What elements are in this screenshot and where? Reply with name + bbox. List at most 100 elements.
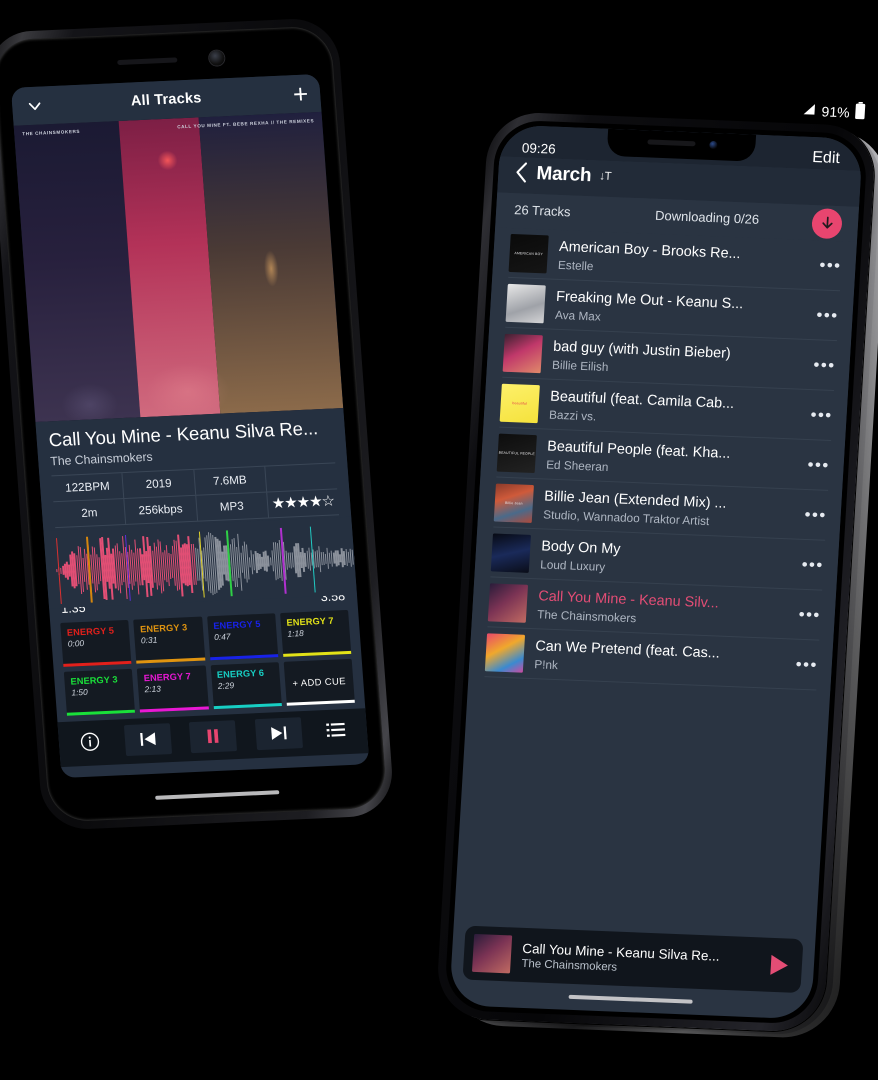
download-status: Downloading 0/26 xyxy=(654,207,760,227)
front-camera-icon xyxy=(208,50,225,66)
album-cover xyxy=(484,633,526,673)
waveform-bar xyxy=(355,555,358,559)
download-arrow-icon[interactable] xyxy=(811,208,843,240)
now-playing-cover xyxy=(471,933,513,974)
track-meta: bad guy (with Justin Bieber) Billie Eilis… xyxy=(552,338,800,382)
more-options-icon[interactable]: ••• xyxy=(800,505,827,525)
next-track-icon[interactable] xyxy=(254,716,303,750)
cue-color-bar xyxy=(213,703,282,709)
cue-time: 2:13 xyxy=(144,683,162,694)
detail-bitrate: 256kbps xyxy=(124,495,198,524)
track-meta: Billie Jean (Extended Mix) ... Studio, Wa… xyxy=(543,487,791,531)
cue-point-7[interactable]: ENERGY 6 2:29 xyxy=(210,661,282,709)
waveform-canvas[interactable] xyxy=(54,523,364,606)
cue-color-bar xyxy=(136,657,205,664)
album-cover xyxy=(502,333,543,374)
album-cover-text: BEAUTIFUL PEOPLE xyxy=(498,450,536,457)
album-cover-text: AMERICAN BOY xyxy=(514,251,543,257)
chevron-left-icon[interactable] xyxy=(514,161,529,186)
play-icon[interactable] xyxy=(770,954,789,976)
cue-color-bar xyxy=(286,699,355,706)
left-phone-screen: All Tracks + THE CHAINSMOKERS CALL YOU M… xyxy=(10,73,370,779)
cue-point-3[interactable]: ENERGY 5 0:47 xyxy=(206,612,279,660)
artwork-lighting xyxy=(13,111,344,423)
queue-list-icon[interactable] xyxy=(320,715,352,747)
pause-icon[interactable] xyxy=(188,719,238,753)
now-playing-meta: Call You Mine - Keanu Silva Re... The Ch… xyxy=(521,940,761,979)
detail-year: 2019 xyxy=(122,469,196,498)
album-cover xyxy=(505,283,546,324)
album-cover-text: Billie Jean xyxy=(504,500,523,506)
detail-format: MP3 xyxy=(195,492,269,521)
cue-time: 0:00 xyxy=(67,637,85,649)
add-cue-label: + ADD CUE xyxy=(292,675,347,689)
track-list[interactable]: AMERICAN BOY American Boy - Brooks Re... E… xyxy=(468,227,857,692)
track-meta: Freaking Me Out - Keanu S... Ava Max xyxy=(555,288,803,332)
waveform-bar xyxy=(353,555,356,560)
album-cover: beautiful xyxy=(499,383,540,424)
rating-stars[interactable]: ★★★★☆ xyxy=(267,489,339,517)
more-options-icon[interactable]: ••• xyxy=(803,455,830,475)
cue-point-2[interactable]: ENERGY 3 0:31 xyxy=(133,616,205,664)
playlist-title: March xyxy=(535,162,592,187)
more-options-icon[interactable]: ••• xyxy=(794,605,821,625)
battery-percent: 91% xyxy=(821,102,851,120)
earpiece-speaker xyxy=(647,139,696,147)
android-nav-indicator xyxy=(155,790,280,800)
right-phone-screen: 09:26 Edit March ↓T 26 Tracks Downloadin… xyxy=(448,124,864,1020)
detail-bpm: 122BPM xyxy=(51,472,125,501)
earpiece-speaker xyxy=(117,57,178,66)
right-phone-device: 09:26 Edit March ↓T 26 Tracks Downloadin… xyxy=(435,101,878,1040)
cue-color-bar xyxy=(140,706,209,713)
cue-point-6[interactable]: ENERGY 7 2:13 xyxy=(136,665,209,713)
waveform[interactable] xyxy=(43,516,364,609)
album-cover: AMERICAN BOY xyxy=(508,233,549,274)
track-meta: Can We Pretend (feat. Cas... P!nk xyxy=(534,637,782,681)
cue-color-bar xyxy=(66,709,136,716)
more-options-icon[interactable]: ••• xyxy=(812,305,839,325)
album-artwork[interactable]: THE CHAINSMOKERS CALL YOU MINE FT. BEBE … xyxy=(13,111,344,423)
album-cover-text: beautiful xyxy=(512,401,528,406)
now-playing-bar[interactable]: Call You Mine - Keanu Silva Re... The Ch… xyxy=(462,925,804,994)
cue-point-4[interactable]: ENERGY 7 1:18 xyxy=(279,609,352,657)
detail-filesize: 7.6MB xyxy=(193,466,267,495)
cue-color-bar xyxy=(63,660,132,667)
cue-color-bar xyxy=(282,650,352,657)
album-cover xyxy=(487,583,529,623)
left-phone-device: All Tracks + THE CHAINSMOKERS CALL YOU M… xyxy=(0,17,396,831)
track-meta: Beautiful People (feat. Kha... Ed Sheeran xyxy=(546,438,794,482)
cue-time: 0:47 xyxy=(213,631,231,642)
chevron-down-icon[interactable] xyxy=(26,97,44,115)
left-phone-bezel: All Tracks + THE CHAINSMOKERS CALL YOU M… xyxy=(0,25,388,823)
more-options-icon[interactable]: ••• xyxy=(815,255,842,275)
battery-icon xyxy=(854,101,866,123)
album-cover xyxy=(490,533,531,573)
cue-color-bar xyxy=(209,654,279,660)
waveform-bar xyxy=(359,555,362,559)
detail-duration: 2m xyxy=(53,498,127,527)
track-meta: Body On My Loud Luxury xyxy=(540,537,788,581)
plus-icon[interactable]: + xyxy=(292,78,309,109)
track-meta: Call You Mine - Keanu Silv... The Chainsm… xyxy=(537,587,785,631)
more-options-icon[interactable]: ••• xyxy=(791,655,818,675)
edit-button[interactable]: Edit xyxy=(812,149,841,168)
track-info-panel: Call You Mine - Keanu Silva Re... The Ch… xyxy=(35,408,352,531)
cue-point-1[interactable]: ENERGY 5 0:00 xyxy=(60,619,132,667)
signal-icon xyxy=(801,102,817,119)
home-indicator xyxy=(568,994,693,1004)
more-options-icon[interactable]: ••• xyxy=(797,555,824,575)
album-cover: Billie Jean xyxy=(493,483,534,523)
sort-descending-icon[interactable]: ↓T xyxy=(599,170,611,182)
waveform-bar xyxy=(361,554,364,560)
more-options-icon[interactable]: ••• xyxy=(806,405,833,425)
status-clock: 09:26 xyxy=(521,140,557,157)
previous-track-icon[interactable] xyxy=(123,722,172,756)
add-cue-button[interactable]: + ADD CUE xyxy=(283,658,355,706)
track-count: 26 Tracks xyxy=(513,202,572,220)
cue-point-5[interactable]: ENERGY 3 1:50 xyxy=(63,668,136,716)
page-title: All Tracks xyxy=(130,90,203,110)
info-icon[interactable] xyxy=(74,726,106,758)
track-meta: American Boy - Brooks Re... Estelle xyxy=(558,238,806,282)
cue-time: 2:29 xyxy=(217,679,235,691)
more-options-icon[interactable]: ••• xyxy=(809,355,836,375)
